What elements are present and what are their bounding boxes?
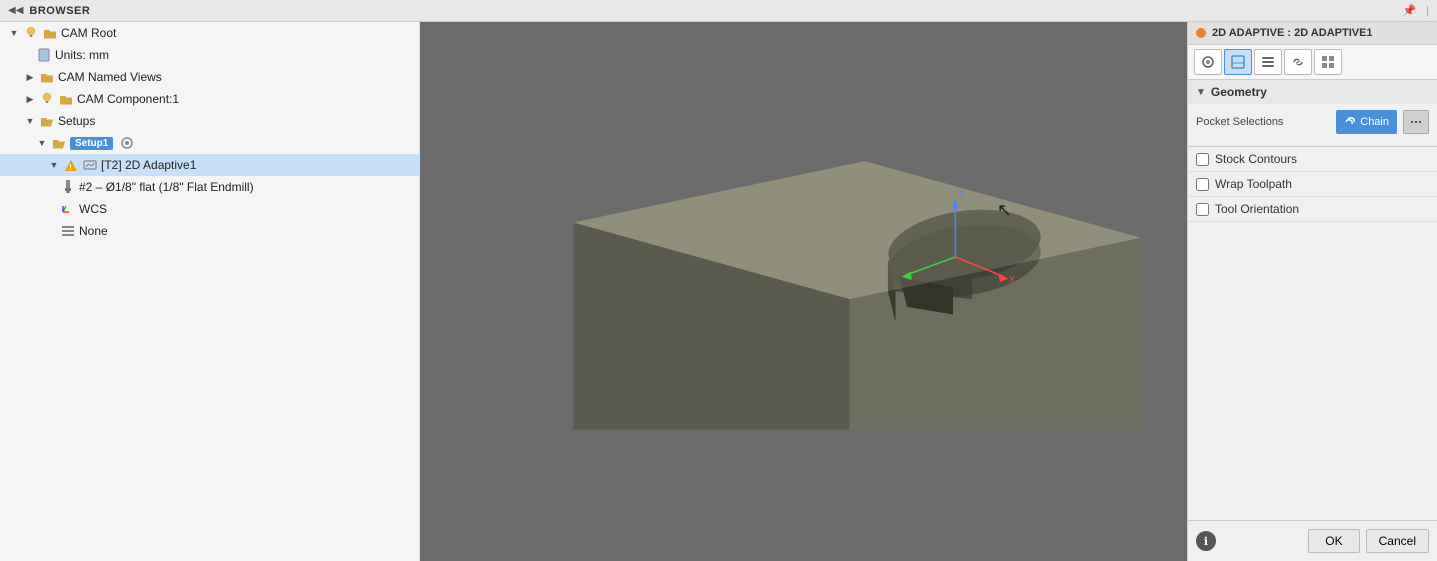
wrap-toolpath-label: Wrap Toolpath [1215, 177, 1292, 191]
bars-icon [60, 223, 76, 239]
geometry-section-body: Pocket Selections Chain [1188, 104, 1437, 146]
cam-root-label: CAM Root [61, 26, 116, 40]
svg-text:!: ! [69, 163, 72, 172]
geometry-section-title: Geometry [1211, 85, 1267, 99]
pocket-selections-row: Pocket Selections Chain [1196, 110, 1429, 134]
stock-contours-row: Stock Contours [1188, 147, 1437, 172]
doc-icon [36, 47, 52, 63]
toolbar-tool-btn[interactable] [1194, 49, 1222, 75]
svg-text:X: X [1009, 274, 1015, 284]
panel-title: 2D ADAPTIVE : 2D ADAPTIVE1 [1212, 27, 1373, 39]
tool-orientation-label: Tool Orientation [1215, 202, 1299, 216]
named-views-label: CAM Named Views [58, 70, 162, 84]
folder-open-icon [51, 135, 67, 151]
sidebar-item-none[interactable]: None [0, 220, 419, 242]
adaptive-icon [82, 157, 98, 173]
panel-toolbar [1188, 45, 1437, 80]
main-layout: ▼ CAM Root Units: mm ▶ CAM Named Views [0, 22, 1437, 561]
sidebar-item-setup1[interactable]: ▼ Setup1 [0, 132, 419, 154]
model-svg: Z X [420, 22, 1187, 561]
chain-icon [1344, 116, 1356, 128]
tool-orientation-checkbox[interactable] [1196, 203, 1209, 216]
chain-button[interactable]: Chain [1336, 110, 1397, 134]
toolbar-extra-btn[interactable] [1314, 49, 1342, 75]
none-label: None [79, 224, 108, 238]
wrap-toolpath-checkbox[interactable] [1196, 178, 1209, 191]
panel-footer: ℹ OK Cancel [1188, 520, 1437, 561]
section-collapse-icon: ▼ [1196, 87, 1206, 98]
chain-label: Chain [1360, 116, 1389, 128]
geometry-section: ▼ Geometry Pocket Selections Chain [1188, 80, 1437, 147]
cam-component-label: CAM Component:1 [77, 92, 179, 106]
pin-icon[interactable]: 📌 [1402, 4, 1416, 17]
geometry-section-header[interactable]: ▼ Geometry [1188, 80, 1437, 104]
arrow-icon: ▼ [48, 159, 60, 171]
folder-icon [58, 91, 74, 107]
wrap-toolpath-row: Wrap Toolpath [1188, 172, 1437, 197]
t2-adaptive-label: [T2] 2D Adaptive1 [101, 158, 196, 172]
svg-text:Z: Z [958, 190, 964, 200]
stock-contours-label: Stock Contours [1215, 152, 1297, 166]
folder-icon [39, 69, 55, 85]
wcs-icon [60, 201, 76, 217]
panel-header: 2D ADAPTIVE : 2D ADAPTIVE1 [1188, 22, 1437, 45]
sidebar-item-wcs[interactable]: WCS [0, 198, 419, 220]
lightbulb-icon [23, 25, 39, 41]
wcs-label: WCS [79, 202, 107, 216]
back-arrow-icon[interactable]: ◀◀ [8, 5, 23, 16]
sidebar-item-units[interactable]: Units: mm [0, 44, 419, 66]
sidebar-item-endmill[interactable]: #2 – Ø1/8" flat (1/8" Flat Endmill) [0, 176, 419, 198]
browser-title: BROWSER [29, 5, 90, 17]
status-dot [1196, 28, 1206, 38]
ok-button[interactable]: OK [1308, 529, 1359, 553]
toolbar-link-btn[interactable] [1284, 49, 1312, 75]
stock-contours-checkbox[interactable] [1196, 153, 1209, 166]
lightbulb-icon [39, 91, 55, 107]
sidebar-browser: ▼ CAM Root Units: mm ▶ CAM Named Views [0, 22, 420, 561]
browser-topbar: ◀◀ BROWSER 📌 | [0, 0, 1437, 22]
sidebar-item-cam-root[interactable]: ▼ CAM Root [0, 22, 419, 44]
endmill-label: #2 – Ø1/8" flat (1/8" Flat Endmill) [79, 180, 254, 194]
viewport-3d[interactable]: Z X ↖ [420, 22, 1187, 561]
arrow-icon: ▼ [8, 27, 20, 39]
setups-label: Setups [58, 114, 95, 128]
endmill-icon [60, 179, 76, 195]
info-icon: ℹ [1204, 535, 1208, 548]
folder-icon [42, 25, 58, 41]
divider: | [1426, 5, 1429, 17]
sidebar-item-t2-adaptive[interactable]: ▼ ! [T2] 2D Adaptive1 [0, 154, 419, 176]
folder-open-icon [39, 113, 55, 129]
toolbar-geom-btn[interactable] [1224, 49, 1252, 75]
sidebar-item-setups[interactable]: ▼ Setups [0, 110, 419, 132]
chain-secondary-btn[interactable] [1403, 110, 1429, 134]
dots-icon [1410, 116, 1422, 128]
arrow-icon: ▶ [24, 71, 36, 83]
arrow-icon: ▼ [36, 137, 48, 149]
info-button[interactable]: ℹ [1196, 531, 1216, 551]
sidebar-item-cam-component[interactable]: ▶ CAM Component:1 [0, 88, 419, 110]
tool-orientation-row: Tool Orientation [1188, 197, 1437, 222]
sidebar-item-named-views[interactable]: ▶ CAM Named Views [0, 66, 419, 88]
warning-icon: ! [63, 157, 79, 173]
arrow-icon: ▶ [24, 93, 36, 105]
cancel-button[interactable]: Cancel [1366, 529, 1429, 553]
pocket-selections-label: Pocket Selections [1196, 116, 1330, 128]
units-label: Units: mm [55, 48, 109, 62]
right-panel: 2D ADAPTIVE : 2D ADAPTIVE1 ▼ G [1187, 22, 1437, 561]
target-icon [119, 135, 135, 151]
toolbar-passes-btn[interactable] [1254, 49, 1282, 75]
arrow-icon: ▼ [24, 115, 36, 127]
setup1-badge: Setup1 [70, 137, 113, 150]
